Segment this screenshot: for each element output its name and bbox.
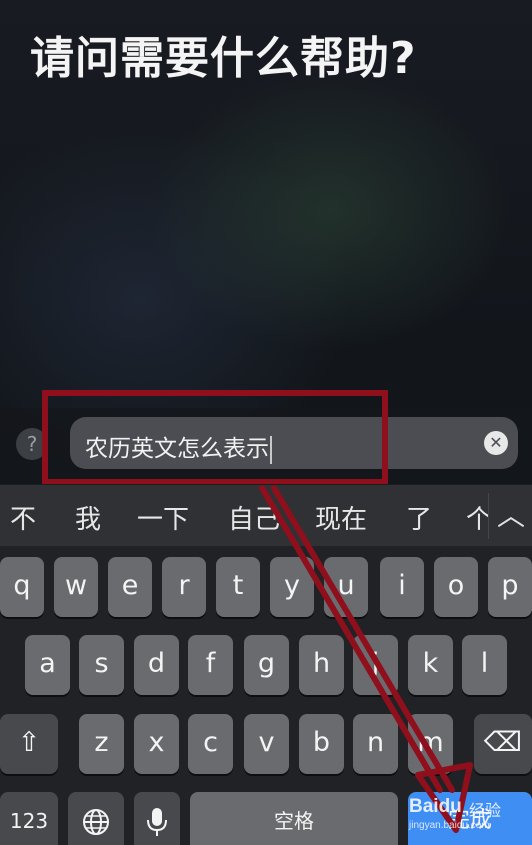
key-k[interactable]: k: [408, 635, 453, 695]
globe-icon: [83, 808, 109, 835]
candidate-word[interactable]: 自己: [228, 499, 280, 536]
key-v[interactable]: v: [244, 714, 289, 774]
dictation-key[interactable]: [134, 792, 180, 845]
key-l[interactable]: l: [462, 635, 507, 695]
key-i[interactable]: i: [380, 557, 424, 617]
key-w[interactable]: w: [54, 557, 98, 617]
siri-prompt-title: 请问需要什么帮助?: [30, 33, 417, 84]
key-f[interactable]: f: [188, 635, 233, 695]
candidate-word[interactable]: 现在: [315, 499, 367, 536]
shift-key-icon[interactable]: ⇧: [0, 714, 58, 774]
key-h[interactable]: h: [299, 635, 344, 695]
key-t[interactable]: t: [216, 557, 260, 617]
key-u[interactable]: u: [324, 557, 368, 617]
key-e[interactable]: e: [108, 557, 152, 617]
key-c[interactable]: c: [188, 714, 233, 774]
key-x[interactable]: x: [134, 714, 179, 774]
key-g[interactable]: g: [244, 635, 289, 695]
numbers-key[interactable]: 123: [0, 792, 58, 845]
candidate-word[interactable]: 个: [466, 499, 488, 536]
key-m[interactable]: m: [408, 714, 453, 774]
globe-key[interactable]: [68, 792, 124, 845]
candidate-word[interactable]: 一下: [137, 499, 189, 536]
key-d[interactable]: d: [134, 635, 179, 695]
siri-input-row: ? 农历英文怎么表示 ✕: [0, 408, 532, 480]
typed-query: 农历英文怎么表示: [85, 436, 269, 462]
key-o[interactable]: o: [434, 557, 478, 617]
clear-icon[interactable]: ✕: [484, 431, 508, 455]
candidate-bar: 不 我 一下 自己 现在 了 个 ︿: [0, 484, 532, 547]
candidate-word[interactable]: 我: [75, 499, 101, 536]
input-text-wrapper: 农历英文怎么表示: [85, 429, 272, 464]
siri-screen: 请问需要什么帮助? ? 农历英文怎么表示 ✕ 不 我 一下 自己 现在 了 个 …: [0, 0, 532, 845]
microphone-icon: [147, 807, 167, 836]
key-z[interactable]: z: [79, 714, 124, 774]
key-r[interactable]: r: [162, 557, 206, 617]
key-n[interactable]: n: [353, 714, 398, 774]
key-a[interactable]: a: [25, 635, 70, 695]
key-s[interactable]: s: [79, 635, 124, 695]
key-p[interactable]: p: [488, 557, 532, 617]
help-icon[interactable]: ?: [16, 428, 48, 460]
done-key[interactable]: 完成: [408, 792, 532, 845]
candidate-word[interactable]: 了: [406, 499, 432, 536]
space-key[interactable]: 空格: [190, 792, 398, 845]
siri-text-input[interactable]: 农历英文怎么表示 ✕: [70, 417, 518, 469]
delete-key-icon[interactable]: ⌫: [474, 714, 532, 774]
key-q[interactable]: q: [0, 557, 44, 617]
text-caret: [270, 435, 272, 464]
expand-candidates-chevron-icon[interactable]: ︿: [488, 493, 532, 539]
key-b[interactable]: b: [299, 714, 344, 774]
key-y[interactable]: y: [270, 557, 314, 617]
keyboard: q w e r t y u i o p a s d f g h j k l ⇧ …: [0, 546, 532, 845]
candidate-word[interactable]: 不: [10, 499, 36, 536]
key-j[interactable]: j: [353, 635, 398, 695]
